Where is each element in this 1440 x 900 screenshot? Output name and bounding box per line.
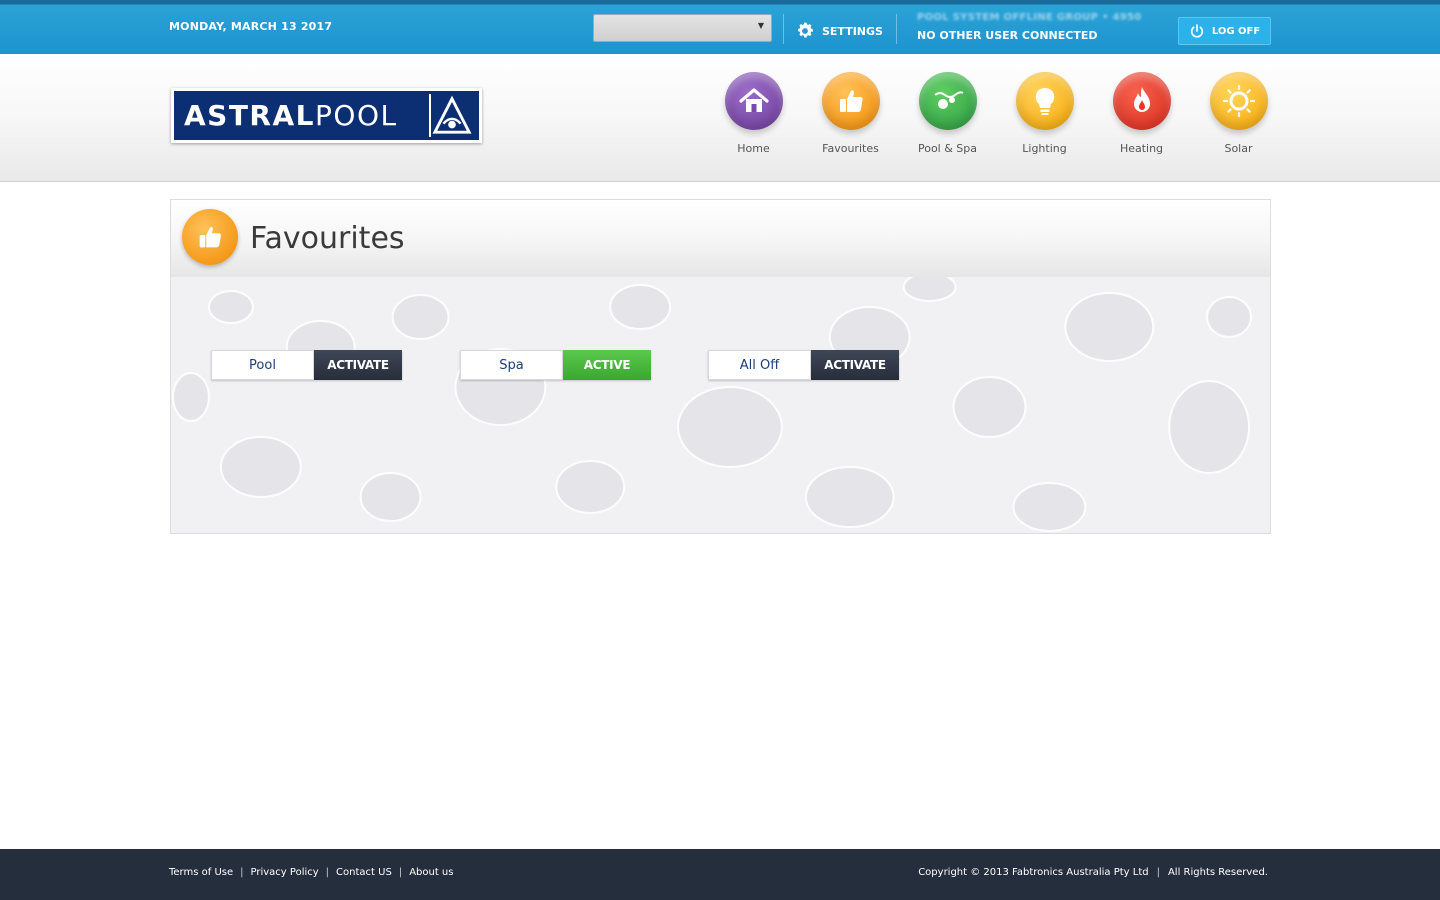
- nav-label-solar: Solar: [1224, 142, 1253, 155]
- thumbs-up-icon: [839, 90, 863, 112]
- nav-label-favourites: Favourites: [822, 142, 879, 155]
- astralpool-logo[interactable]: ASTRALPOOL: [171, 88, 482, 143]
- logo-text-light: POOL: [315, 98, 398, 132]
- pool-spa-icon: [933, 91, 964, 109]
- house-icon: [738, 88, 769, 112]
- divider: [783, 14, 784, 44]
- divider: |: [240, 867, 244, 878]
- nav-item-home[interactable]: Home: [705, 72, 802, 172]
- nav-label-pool-spa: Pool & Spa: [917, 142, 978, 155]
- divider: |: [325, 867, 330, 878]
- favourite-name: All Off: [708, 350, 811, 380]
- divider: |: [398, 867, 403, 878]
- panel-header: Favourites: [171, 200, 1270, 277]
- nav-label-lighting: Lighting: [1022, 142, 1067, 155]
- settings-label: SETTINGS: [822, 24, 883, 38]
- header: ASTRALPOOL Home Favourites Pool & Spa Li…: [0, 54, 1440, 182]
- astralpool-mark-icon: [429, 94, 472, 137]
- main-nav: Home Favourites Pool & Spa Lighting Heat…: [705, 72, 1287, 172]
- divider: |: [1156, 867, 1160, 878]
- connection-status-text: NO OTHER USER CONNECTED: [917, 29, 1098, 42]
- thumbs-up-icon: [199, 226, 221, 248]
- chevron-down-icon: ▼: [757, 21, 764, 30]
- activate-button[interactable]: ACTIVATE: [314, 350, 402, 380]
- flame-icon: [1133, 87, 1150, 112]
- nav-item-favourites[interactable]: Favourites: [802, 72, 899, 172]
- rights-text: All Rights Reserved.: [1167, 867, 1268, 878]
- panel-body: Pool ACTIVATE Spa ACTIVE All Off ACTIVAT…: [171, 277, 1270, 533]
- page-title: Favourites: [250, 221, 405, 256]
- sun-icon: [1222, 84, 1255, 118]
- footer-link-about[interactable]: About us: [409, 867, 453, 878]
- lightbulb-icon: [1035, 87, 1054, 115]
- logo-text-bold: ASTRAL: [184, 98, 316, 132]
- footer: Terms of Use | Privacy Policy | Contact …: [0, 849, 1440, 900]
- footer-links: Terms of Use | Privacy Policy | Contact …: [169, 867, 453, 878]
- copyright-text: Copyright © 2013 Fabtronics Australia Pt…: [918, 867, 1149, 878]
- footer-link-contact[interactable]: Contact US: [336, 867, 392, 878]
- nav-item-solar[interactable]: Solar: [1190, 72, 1287, 172]
- favourite-item-pool: Pool ACTIVATE: [211, 350, 402, 380]
- favourite-item-all-off: All Off ACTIVATE: [708, 350, 899, 380]
- favourite-item-spa: Spa ACTIVE: [460, 350, 651, 380]
- gear-icon: [798, 22, 813, 38]
- activate-button[interactable]: ACTIVATE: [811, 350, 899, 380]
- favourite-name: Pool: [211, 350, 314, 380]
- connection-status: POOL SYSTEM OFFLINE GROUP • 4950 NO OTHE…: [917, 12, 1167, 42]
- nav-item-pool-spa[interactable]: Pool & Spa: [899, 72, 996, 172]
- favourite-name: Spa: [460, 350, 563, 380]
- favourites-panel: Favourites Pool ACTIVATE Spa ACTIVE All …: [170, 199, 1271, 534]
- copyright: Copyright © 2013 Fabtronics Australia Pt…: [918, 867, 1268, 878]
- divider: [896, 14, 897, 44]
- footer-link-terms[interactable]: Terms of Use: [169, 867, 233, 878]
- top-bar: MONDAY, MARCH 13 2017 ▼ SETTINGS POOL SY…: [0, 0, 1440, 54]
- active-button[interactable]: ACTIVE: [563, 350, 651, 380]
- nav-label-home: Home: [737, 142, 770, 155]
- logoff-button[interactable]: LOG OFF: [1178, 17, 1271, 45]
- footer-link-privacy[interactable]: Privacy Policy: [251, 867, 319, 878]
- nav-item-heating[interactable]: Heating: [1093, 72, 1190, 172]
- nav-label-heating: Heating: [1119, 142, 1164, 155]
- nav-item-lighting[interactable]: Lighting: [996, 72, 1093, 172]
- logoff-label: LOG OFF: [1211, 25, 1261, 37]
- system-name: POOL SYSTEM OFFLINE GROUP • 4950: [917, 12, 1142, 23]
- settings-button[interactable]: SETTINGS: [795, 20, 883, 42]
- water-drops-background: [171, 277, 1253, 532]
- power-icon: [1190, 24, 1203, 38]
- current-date: MONDAY, MARCH 13 2017: [169, 20, 333, 33]
- system-select[interactable]: ▼: [593, 14, 772, 42]
